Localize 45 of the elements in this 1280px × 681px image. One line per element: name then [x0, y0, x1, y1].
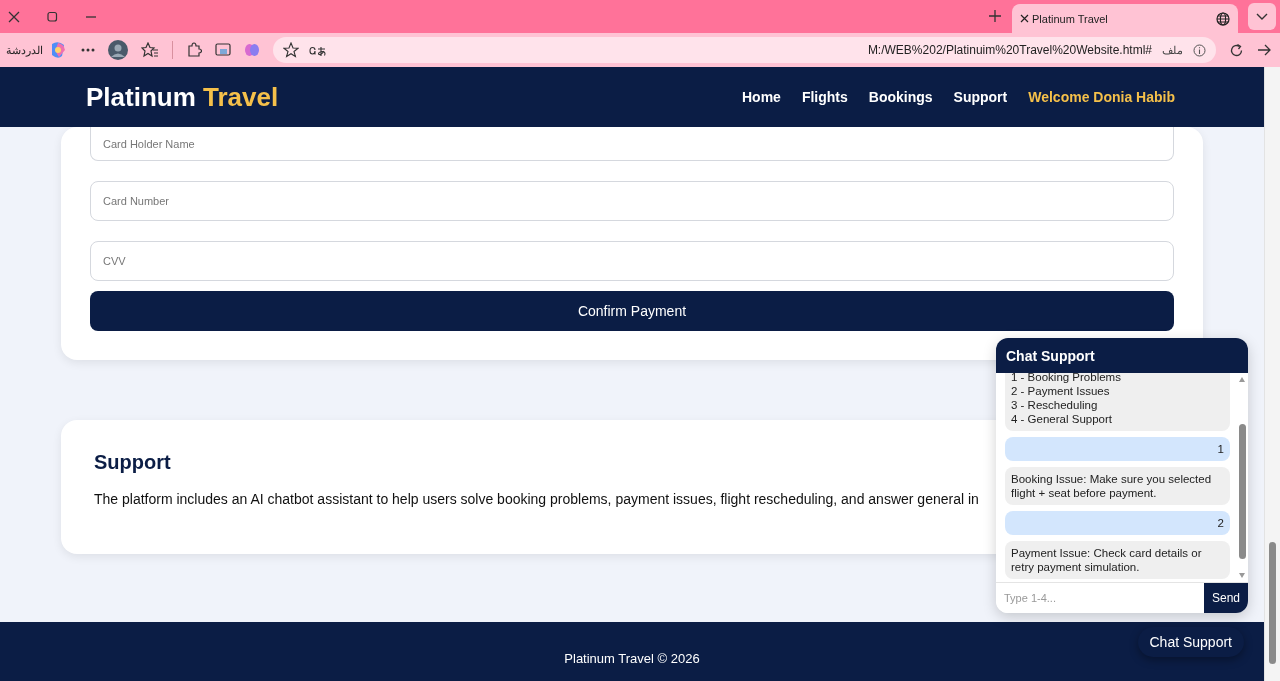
restore-icon[interactable] [47, 11, 58, 22]
profile-avatar-icon[interactable] [108, 40, 128, 60]
info-icon[interactable] [1193, 43, 1206, 57]
section-title: Support [94, 451, 171, 474]
url-text: M:/WEB%202/Platinuim%20Travel%20Website.html# [867, 43, 1152, 57]
new-tab-icon[interactable] [988, 9, 1002, 23]
site-logo[interactable]: Platinum Travel [86, 81, 279, 113]
nav-link[interactable]: Flights [801, 89, 848, 105]
support-paragraph: The platform includes an AI chatbot assistant to help users solve booking problems, payment issues, flight rescheduling, and answer general in [94, 491, 979, 507]
star-icon[interactable] [283, 42, 299, 58]
page-scrollbar[interactable] [1264, 67, 1280, 681]
bot-message: Booking Issue: Make sure you selected flight + seat before payment. [1005, 467, 1230, 505]
chat-label[interactable]: الدردشة [6, 43, 43, 57]
chat-support-button[interactable]: Chat Support [1137, 627, 1244, 657]
close-icon[interactable] [8, 10, 20, 23]
screenshot-icon[interactable] [215, 43, 231, 57]
nav-link[interactable]: Bookings [868, 89, 933, 105]
file-label: ملف [1162, 43, 1183, 57]
input-field[interactable]: CVV [90, 241, 1174, 281]
input-field[interactable]: Card Number [90, 181, 1174, 221]
nav-link[interactable]: Support [953, 89, 1008, 105]
favorites-icon[interactable] [141, 42, 159, 58]
forward-icon[interactable] [1257, 43, 1272, 57]
reload-icon[interactable] [1229, 42, 1244, 58]
chat-title: Chat Support [996, 338, 1248, 373]
globe-icon [1216, 11, 1230, 26]
scroll-up-icon[interactable] [1239, 377, 1245, 382]
chat-input[interactable]: Type 1-4... [996, 583, 1204, 613]
close-tab-icon[interactable] [1020, 14, 1029, 23]
nav-link[interactable]: Home [742, 89, 781, 105]
send-button[interactable]: Send [1204, 583, 1248, 613]
user-message: 2 [1005, 511, 1230, 535]
welcome-text[interactable]: Welcome Donia Habib [1028, 89, 1175, 105]
tab-menu-button[interactable] [1248, 3, 1276, 30]
confirm-payment-button[interactable]: Confirm Payment [90, 291, 1174, 331]
chevron-icon [1256, 12, 1268, 21]
scroll-down-icon[interactable] [1239, 573, 1245, 578]
extensions-icon[interactable] [186, 42, 202, 58]
more-icon[interactable] [81, 48, 95, 52]
bot-message: Payment Issue: Check card details or retry payment simulation. [1005, 541, 1230, 579]
bot-message: 1 - Booking Problems 2 - Payment Issues 3 - Rescheduling 4 - General Support [1005, 373, 1230, 431]
copyright-text: Platinum Travel © 2026 [564, 651, 700, 666]
browser-tab[interactable]: Platinum Travel [1012, 4, 1238, 33]
input-field[interactable]: Card Holder Name [90, 127, 1174, 161]
user-message: 1 [1005, 437, 1230, 461]
